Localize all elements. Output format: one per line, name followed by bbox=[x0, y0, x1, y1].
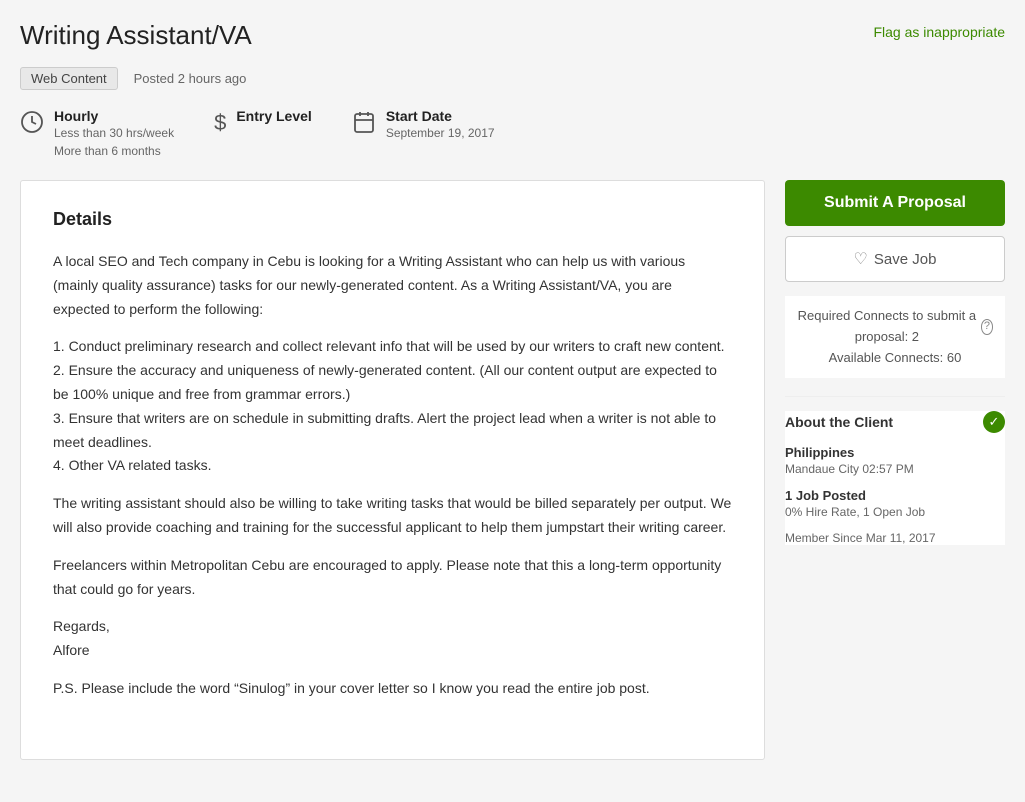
save-job-label: Save Job bbox=[874, 251, 937, 268]
job-detail-level: $ Entry Level bbox=[214, 108, 312, 160]
client-section: About the Client ✓ Philippines Mandaue C… bbox=[785, 411, 1005, 545]
verified-icon: ✓ bbox=[983, 411, 1005, 433]
question-icon[interactable]: ? bbox=[981, 319, 993, 335]
about-client-title: About the Client bbox=[785, 414, 893, 430]
submit-proposal-button[interactable]: Submit A Proposal bbox=[785, 180, 1005, 226]
hourly-label: Hourly bbox=[54, 108, 174, 124]
hourly-sub2: More than 6 months bbox=[54, 142, 174, 160]
job-detail-start: Start Date September 19, 2017 bbox=[352, 108, 495, 160]
member-since: Member Since Mar 11, 2017 bbox=[785, 531, 1005, 545]
available-connects: Available Connects: 60 bbox=[797, 348, 993, 369]
dollar-icon: $ bbox=[214, 110, 226, 136]
desc-para-1: A local SEO and Tech company in Cebu is … bbox=[53, 250, 732, 321]
desc-para-5: Regards,Alfore bbox=[53, 615, 732, 663]
jobs-posted-label: 1 Job Posted bbox=[785, 488, 1005, 503]
client-title-row: About the Client ✓ bbox=[785, 411, 1005, 433]
meta-row: Web Content Posted 2 hours ago bbox=[20, 67, 1005, 90]
page-title: Writing Assistant/VA bbox=[20, 20, 252, 51]
heart-icon: ♡ bbox=[854, 249, 868, 269]
posted-time: Posted 2 hours ago bbox=[134, 71, 247, 86]
hourly-sub1: Less than 30 hrs/week bbox=[54, 124, 174, 142]
client-city: Mandaue City 02:57 PM bbox=[785, 462, 1005, 476]
desc-para-3: The writing assistant should also be wil… bbox=[53, 492, 732, 540]
client-country: Philippines bbox=[785, 445, 1005, 460]
desc-para-6: P.S. Please include the word “Sinulog” i… bbox=[53, 677, 732, 701]
calendar-icon bbox=[352, 110, 376, 140]
save-job-button[interactable]: ♡ Save Job bbox=[785, 236, 1005, 282]
flag-link[interactable]: Flag as inappropriate bbox=[873, 20, 1005, 40]
clock-icon bbox=[20, 110, 44, 140]
job-details-row: Hourly Less than 30 hrs/week More than 6… bbox=[20, 108, 1005, 160]
sidebar: Submit A Proposal ♡ Save Job Required Co… bbox=[785, 180, 1005, 545]
jobs-posted-sub: 0% Hire Rate, 1 Open Job bbox=[785, 505, 1005, 519]
start-label: Start Date bbox=[386, 108, 495, 124]
category-badge: Web Content bbox=[20, 67, 118, 90]
connects-text: Required Connects to submit a proposal: … bbox=[797, 306, 977, 348]
desc-para-2: 1. Conduct preliminary research and coll… bbox=[53, 335, 732, 478]
main-content: Details A local SEO and Tech company in … bbox=[20, 180, 765, 760]
job-detail-hourly: Hourly Less than 30 hrs/week More than 6… bbox=[20, 108, 174, 160]
connects-box: Required Connects to submit a proposal: … bbox=[785, 296, 1005, 378]
job-description: A local SEO and Tech company in Cebu is … bbox=[53, 250, 732, 701]
level-label: Entry Level bbox=[236, 108, 311, 124]
start-date: September 19, 2017 bbox=[386, 124, 495, 142]
desc-para-4: Freelancers within Metropolitan Cebu are… bbox=[53, 554, 732, 602]
details-heading: Details bbox=[53, 209, 732, 230]
